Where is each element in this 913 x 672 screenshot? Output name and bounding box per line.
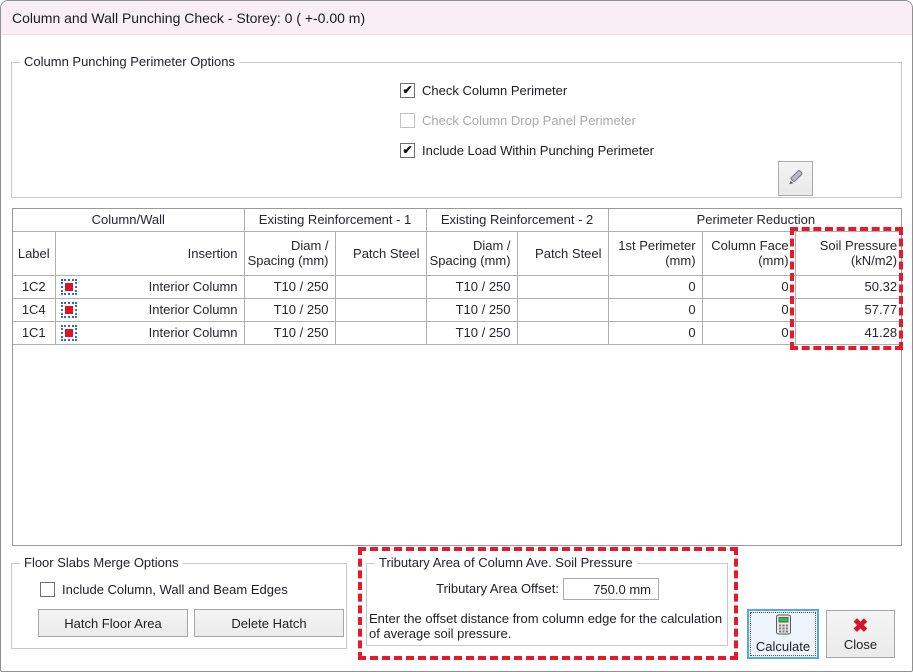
dialog-window: Column and Wall Punching Check - Storey:…: [0, 0, 913, 672]
checkbox-include-load-within-punching-perimeter[interactable]: Include Load Within Punching Perimeter: [400, 142, 654, 158]
table-group-header-row: Column/Wall Existing Reinforcement - 1 E…: [13, 209, 903, 231]
cell-1st-perimeter[interactable]: 0: [608, 275, 702, 298]
checkbox-check-column-drop-panel-perimeter: Check Column Drop Panel Perimeter: [400, 112, 636, 128]
cell-diam-spacing-1[interactable]: T10 / 250: [244, 298, 335, 321]
table-row[interactable]: 1C2 Interior Column T10 / 250 T10 / 250 …: [13, 275, 903, 298]
cell-diam-spacing-1[interactable]: T10 / 250: [244, 275, 335, 298]
checkbox-label: Check Column Perimeter: [422, 83, 567, 98]
column-header-patch-steel-2: Patch Steel: [517, 231, 608, 275]
insertion-point-icon[interactable]: [61, 302, 77, 318]
checkbox-label: Include Column, Wall and Beam Edges: [62, 582, 288, 597]
cell-column-face[interactable]: 0: [702, 321, 795, 344]
group-header-column-wall: Column/Wall: [13, 209, 244, 231]
cell-column-face[interactable]: 0: [702, 275, 795, 298]
pencil-icon: [785, 166, 807, 191]
table-row[interactable]: 1C4 Interior Column T10 / 250 T10 / 250 …: [13, 298, 903, 321]
checkbox-box[interactable]: [400, 143, 415, 158]
column-header-diam-spacing-1: Diam / Spacing (mm): [244, 231, 335, 275]
title-bar[interactable]: Column and Wall Punching Check - Storey:…: [1, 1, 912, 35]
insertion-point-icon[interactable]: [61, 279, 77, 295]
cell-column-face[interactable]: 0: [702, 298, 795, 321]
cell-patch-steel-2[interactable]: [517, 298, 608, 321]
group-title: Tributary Area of Column Ave. Soil Press…: [375, 555, 637, 570]
checkbox-check-column-perimeter[interactable]: Check Column Perimeter: [400, 82, 567, 98]
column-header-label: Label: [13, 231, 55, 275]
column-header-1st-perimeter: 1st Perimeter (mm): [608, 231, 702, 275]
cell-soil-pressure[interactable]: 41.28: [795, 321, 903, 344]
cell-label[interactable]: 1C1: [13, 321, 55, 344]
group-floor-slabs-merge-options: Floor Slabs Merge Options Include Column…: [11, 563, 347, 649]
checkbox-label: Include Load Within Punching Perimeter: [422, 143, 654, 158]
table-header-row: Label Insertion Diam / Spacing (mm) Patc…: [13, 231, 903, 275]
tributary-description: Enter the offset distance from column ed…: [369, 611, 727, 641]
cell-patch-steel-1[interactable]: [335, 321, 426, 344]
cell-insertion[interactable]: Interior Column: [55, 275, 244, 298]
column-header-diam-spacing-2: Diam / Spacing (mm): [426, 231, 517, 275]
cell-soil-pressure[interactable]: 50.32: [795, 275, 903, 298]
checkbox-include-column-wall-beam-edges[interactable]: Include Column, Wall and Beam Edges: [40, 581, 288, 597]
cell-diam-spacing-2[interactable]: T10 / 250: [426, 321, 517, 344]
cell-soil-pressure[interactable]: 57.77: [795, 298, 903, 321]
cell-patch-steel-1[interactable]: [335, 298, 426, 321]
cell-patch-steel-2[interactable]: [517, 275, 608, 298]
group-header-existing-reinforcement-2: Existing Reinforcement - 2: [426, 209, 608, 231]
tributary-area-offset-label: Tributary Area Offset:: [367, 581, 559, 596]
cell-insertion[interactable]: Interior Column: [55, 321, 244, 344]
cell-label[interactable]: 1C4: [13, 298, 55, 321]
group-tributary-area: Tributary Area of Column Ave. Soil Press…: [366, 563, 728, 646]
close-button-label: Close: [844, 637, 877, 652]
cell-1st-perimeter[interactable]: 0: [608, 298, 702, 321]
checkbox-box[interactable]: [400, 83, 415, 98]
checkbox-box[interactable]: [40, 582, 55, 597]
group-title: Column Punching Perimeter Options: [20, 54, 239, 69]
cell-diam-spacing-1[interactable]: T10 / 250: [244, 321, 335, 344]
cell-diam-spacing-2[interactable]: T10 / 250: [426, 298, 517, 321]
column-header-soil-pressure: Soil Pressure (kN/m2): [795, 231, 903, 275]
hatch-floor-area-button[interactable]: Hatch Floor Area: [38, 609, 188, 637]
delete-hatch-button[interactable]: Delete Hatch: [194, 609, 344, 637]
insertion-point-icon[interactable]: [61, 325, 77, 341]
close-button[interactable]: ✖ Close: [826, 610, 895, 658]
close-x-icon: ✖: [853, 617, 869, 637]
checkbox-label: Check Column Drop Panel Perimeter: [422, 113, 636, 128]
group-header-existing-reinforcement-1: Existing Reinforcement - 1: [244, 209, 426, 231]
column-header-insertion: Insertion: [55, 231, 244, 275]
group-title: Floor Slabs Merge Options: [20, 555, 183, 570]
table-row[interactable]: 1C1 Interior Column T10 / 250 T10 / 250 …: [13, 321, 903, 344]
window-title: Column and Wall Punching Check - Storey:…: [12, 10, 365, 26]
cell-patch-steel-1[interactable]: [335, 275, 426, 298]
checkbox-box: [400, 113, 415, 128]
column-header-column-face: Column Face (mm): [702, 231, 795, 275]
cell-1st-perimeter[interactable]: 0: [608, 321, 702, 344]
tributary-area-offset-input[interactable]: [563, 578, 659, 600]
cell-insertion[interactable]: Interior Column: [55, 298, 244, 321]
group-column-punching-perimeter-options: Column Punching Perimeter Options Check …: [11, 62, 902, 198]
calculator-icon: [775, 614, 792, 638]
cell-diam-spacing-2[interactable]: T10 / 250: [426, 275, 517, 298]
group-header-perimeter-reduction: Perimeter Reduction: [608, 209, 903, 231]
column-header-patch-steel-1: Patch Steel: [335, 231, 426, 275]
calculate-button[interactable]: Calculate: [747, 609, 819, 659]
punching-check-table: Column/Wall Existing Reinforcement - 1 E…: [12, 208, 902, 546]
calculate-button-label: Calculate: [756, 639, 810, 654]
cell-label[interactable]: 1C2: [13, 275, 55, 298]
edit-button[interactable]: [778, 161, 813, 196]
cell-patch-steel-2[interactable]: [517, 321, 608, 344]
